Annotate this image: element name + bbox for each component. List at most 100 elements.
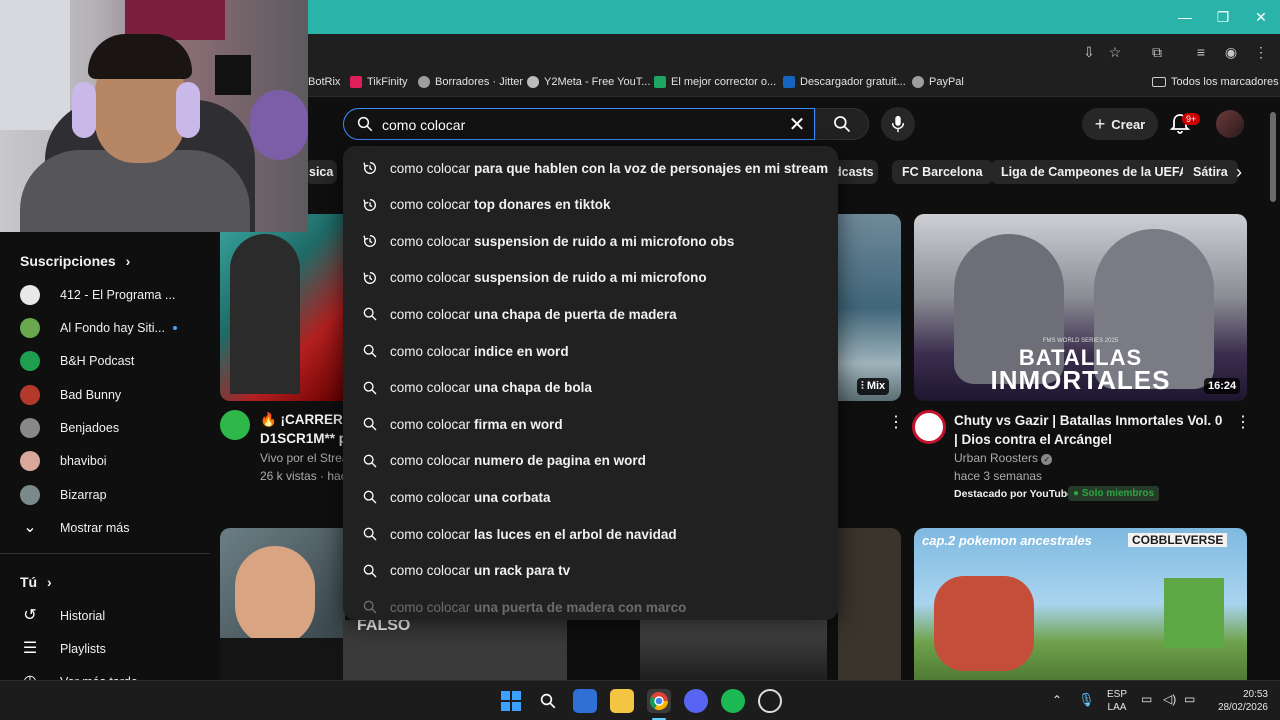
more-options-icon[interactable]: ⋮ — [1235, 412, 1251, 432]
close-window-button[interactable]: ✕ — [1242, 0, 1280, 34]
suggestion-prefix: como colocar — [390, 416, 471, 432]
menu-icon[interactable]: ⋮ — [1252, 43, 1270, 61]
all-bookmarks-label: Todos los marcadores — [1171, 76, 1279, 88]
sidebar-item-history[interactable]: ↺ Historial — [20, 601, 105, 631]
search-suggestion[interactable]: como colocar indice en word — [343, 333, 838, 369]
clear-search-icon[interactable]: ✕ — [784, 112, 810, 138]
video-thumbnail[interactable] — [220, 528, 345, 680]
sidebar-channel[interactable]: 412 - El Programa ... — [20, 280, 175, 310]
microphone-icon[interactable]: 🎙 — [1078, 693, 1095, 706]
minimize-button[interactable]: — — [1166, 0, 1204, 34]
search-suggestion[interactable]: como colocar una chapa de puerta de made… — [343, 296, 838, 332]
sidebar-channel[interactable]: Al Fondo hay Siti... — [20, 313, 177, 343]
video-title[interactable]: 🔥 ¡CARRERA D1SCR1M** p — [260, 410, 344, 448]
tikfinity-favicon — [350, 76, 362, 88]
language-indicator[interactable]: ESP LAA — [1104, 688, 1130, 714]
channel-name[interactable]: Urban Roosters ✓ — [954, 451, 1053, 465]
app-icon[interactable] — [758, 689, 782, 713]
bookmark-botrix[interactable]: BotRix — [308, 76, 340, 88]
search-suggestion[interactable]: como colocar una chapa de bola — [343, 370, 838, 406]
video-thumbnail[interactable]: cap.2 pokemon ancestrales COBBLEVERSE — [914, 528, 1247, 680]
more-options-icon[interactable]: ⋮ — [888, 412, 904, 432]
suggestion-text: como colocar para que hablen con la voz … — [390, 161, 828, 176]
clock[interactable]: 20:53 28/02/2026 — [1206, 688, 1268, 714]
suggestion-text: como colocar una chapa de bola — [390, 380, 592, 395]
page-scrollbar[interactable] — [1270, 112, 1276, 202]
search-suggestion[interactable]: como colocar suspension de ruido a mi mi… — [343, 260, 838, 296]
subscriptions-heading[interactable]: Suscripciones › — [20, 253, 130, 269]
search-suggestion[interactable]: como colocar para que hablen con la voz … — [343, 150, 838, 186]
taskbar-search-icon[interactable] — [536, 689, 560, 713]
extensions-icon[interactable]: ⧉ — [1148, 43, 1166, 61]
webcam-overlay — [0, 0, 308, 232]
search-suggestion[interactable]: como colocar suspension de ruido a mi mi… — [343, 223, 838, 259]
bookmark-paypal[interactable]: PayPal — [912, 76, 964, 88]
discord-icon[interactable] — [684, 689, 708, 713]
search-suggestion[interactable]: como colocar una puerta de madera con ma… — [343, 589, 838, 620]
suggestion-text: como colocar una corbata — [390, 490, 551, 505]
install-app-icon[interactable]: ⇩ — [1080, 43, 1098, 61]
sidebar-divider — [0, 553, 210, 554]
account-avatar[interactable] — [1216, 110, 1244, 138]
channel-name: B&H Podcast — [60, 354, 135, 368]
network-icon[interactable]: ▭ — [1141, 693, 1152, 706]
create-button[interactable]: + Crear — [1082, 108, 1158, 140]
voice-search-button[interactable] — [881, 107, 915, 141]
channel-avatar — [20, 418, 40, 438]
bookmark-star-icon[interactable]: ☆ — [1106, 43, 1124, 61]
chevron-down-icon: ⌄ — [23, 519, 37, 536]
bookmark-y2meta[interactable]: Y2Meta - Free YouT... — [527, 76, 650, 88]
spotify-icon[interactable] — [721, 689, 745, 713]
volume-icon[interactable]: ◁) — [1163, 693, 1176, 706]
infinity-favicon — [783, 76, 795, 88]
channel-avatar[interactable] — [912, 410, 946, 444]
bookmark-tikfinity[interactable]: TikFinity — [350, 76, 408, 88]
search-suggestion[interactable]: como colocar top donares en tiktok — [343, 187, 838, 223]
channel-avatar[interactable] — [220, 410, 250, 440]
battery-icon[interactable]: ▭ — [1184, 693, 1195, 706]
search-input[interactable] — [382, 114, 782, 136]
chrome-icon[interactable] — [647, 689, 671, 713]
sidebar-channel[interactable]: bhaviboi — [20, 446, 107, 476]
video-thumbnail[interactable] — [838, 214, 901, 401]
video-thumbnail[interactable]: FALSO — [343, 620, 567, 680]
search-suggestion[interactable]: como colocar numero de pagina en word — [343, 443, 838, 479]
video-thumbnail[interactable]: FMS WORLD SERIES 2025 BATALLAS INMORTALE… — [914, 214, 1247, 401]
tray-overflow-icon[interactable]: ⌃ — [1052, 694, 1062, 707]
file-explorer-icon[interactable] — [610, 689, 634, 713]
all-bookmarks[interactable]: Todos los marcadores — [1152, 76, 1279, 88]
search-suggestion[interactable]: como colocar un rack para tv — [343, 553, 838, 589]
you-heading[interactable]: Tú › — [20, 574, 52, 590]
search-box[interactable]: ✕ — [343, 108, 815, 140]
search-icon — [362, 526, 378, 542]
search-suggestion[interactable]: como colocar firma en word — [343, 406, 838, 442]
video-thumbnail[interactable] — [220, 214, 345, 401]
search-suggestion[interactable]: como colocar una corbata — [343, 479, 838, 515]
video-title[interactable]: Chuty vs Gazir | Batallas Inmortales Vol… — [954, 411, 1229, 449]
bookmark-corrector[interactable]: El mejor corrector o... — [654, 76, 776, 88]
store-icon[interactable] — [573, 689, 597, 713]
sidebar-item-playlists[interactable]: ☰ Playlists — [20, 634, 106, 664]
sidebar-channel[interactable]: Bad Bunny — [20, 380, 121, 410]
profile-icon[interactable]: ◉ — [1222, 43, 1240, 61]
suggestion-prefix: como colocar — [390, 380, 471, 396]
bookmark-jitter[interactable]: Borradores · Jitter — [418, 76, 523, 88]
members-label: Solo miembros — [1081, 488, 1155, 499]
search-suggestion[interactable]: como colocar las luces en el arbol de na… — [343, 516, 838, 552]
chip-fc-barcelona[interactable]: FC Barcelona — [892, 160, 993, 184]
sidebar-channel[interactable]: Benjadoes — [20, 413, 119, 443]
video-thumbnail[interactable] — [838, 528, 901, 680]
search-button[interactable] — [815, 108, 869, 140]
maximize-button[interactable]: ❐ — [1204, 0, 1242, 34]
media-controls-icon[interactable]: ≡ — [1192, 43, 1210, 61]
chip-musica[interactable]: sica — [305, 160, 338, 184]
chip-champions[interactable]: Liga de Campeones de la UEFA — [991, 160, 1198, 184]
windows-start-icon[interactable] — [499, 689, 523, 713]
sidebar-channel[interactable]: Bizarrap — [20, 480, 107, 510]
sidebar-channel[interactable]: B&H Podcast — [20, 346, 134, 376]
bookmark-descargador[interactable]: Descargador gratuit... — [783, 76, 906, 88]
chip-satira[interactable]: Sátira — [1183, 160, 1238, 184]
chips-next-icon[interactable]: › — [1236, 160, 1252, 184]
show-more-button[interactable]: ⌄ Mostrar más — [20, 513, 129, 543]
video-thumbnail[interactable] — [640, 620, 827, 680]
